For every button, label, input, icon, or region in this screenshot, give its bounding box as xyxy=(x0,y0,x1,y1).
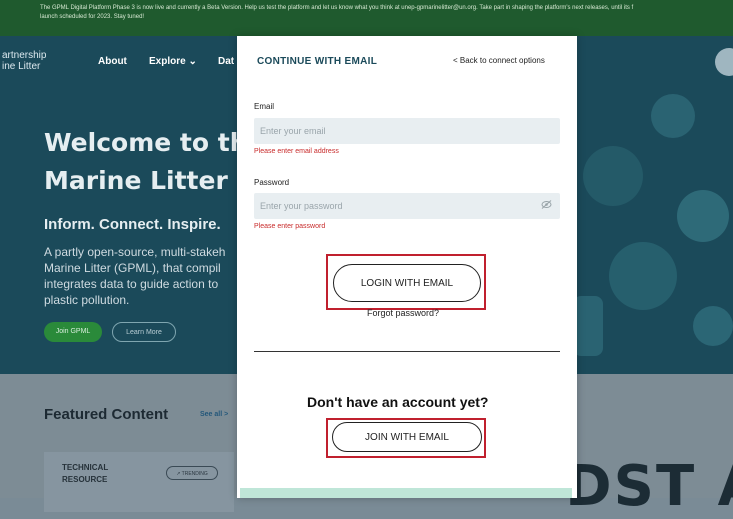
no-account-heading: Don't have an account yet? xyxy=(307,394,489,410)
modal-footer-strip xyxy=(240,488,572,498)
card-type-line2: RESOURCE xyxy=(62,475,108,484)
eye-slash-icon[interactable] xyxy=(541,200,552,211)
hero-subtitle: Inform. Connect. Inspire. xyxy=(44,216,221,233)
card-type-label: TECHNICAL RESOURCE xyxy=(62,462,108,486)
avatar[interactable] xyxy=(715,48,733,76)
logo-line2: ine Litter xyxy=(2,61,41,72)
hero-description-line: integrates data to guide action to xyxy=(44,277,219,291)
modal-title: CONTINUE WITH EMAIL xyxy=(257,56,378,67)
email-label: Email xyxy=(254,102,275,111)
join-gpml-button[interactable]: Join GPML xyxy=(44,322,102,342)
hero-title-line2: Marine Litter a xyxy=(44,166,254,195)
trending-badge: ↗ TRENDING xyxy=(166,466,218,480)
hero-description-line: Marine Litter (GPML), that compil xyxy=(44,261,221,275)
password-error: Please enter password xyxy=(254,223,326,230)
login-with-email-button[interactable]: LOGIN WITH EMAIL xyxy=(333,264,481,302)
nav-data[interactable]: Dat xyxy=(218,56,234,67)
nav-explore[interactable]: Explore ⌄ xyxy=(149,56,197,67)
forgot-password-link[interactable]: Forgot password? xyxy=(367,308,439,318)
email-field[interactable] xyxy=(254,118,560,144)
logo-line1: artnership xyxy=(2,50,47,61)
hero-description-line: A partly open-source, multi-stakeh xyxy=(44,245,226,259)
hero-title-line1: Welcome to th xyxy=(44,128,248,157)
logo[interactable]: artnership ine Litter xyxy=(2,50,46,72)
password-label: Password xyxy=(254,178,290,187)
login-modal: CONTINUE WITH EMAIL < Back to connect op… xyxy=(237,36,577,498)
featured-title: Featured Content xyxy=(44,406,169,423)
email-error: Please enter email address xyxy=(254,148,339,155)
password-field[interactable] xyxy=(254,193,560,219)
join-with-email-button[interactable]: JOIN WITH EMAIL xyxy=(332,422,482,452)
hero-description: A partly open-source, multi-stakeh Marin… xyxy=(44,244,244,308)
background-large-text: DST A xyxy=(565,454,733,519)
nav-about[interactable]: About xyxy=(98,56,127,67)
card-type-line1: TECHNICAL xyxy=(62,463,109,472)
banner-text-line2: launch scheduled for 2023. Stay tuned! xyxy=(40,14,145,20)
divider xyxy=(254,351,560,352)
learn-more-button[interactable]: Learn More xyxy=(112,322,176,342)
back-to-connect-link[interactable]: < Back to connect options xyxy=(453,56,545,65)
see-all-link[interactable]: See all > xyxy=(200,411,228,418)
beta-banner: The GPML Digital Platform Phase 3 is now… xyxy=(0,0,733,36)
banner-text-line1: The GPML Digital Platform Phase 3 is now… xyxy=(40,5,634,11)
decorative-illustration xyxy=(573,94,733,356)
hero-description-line: plastic pollution. xyxy=(44,293,130,307)
